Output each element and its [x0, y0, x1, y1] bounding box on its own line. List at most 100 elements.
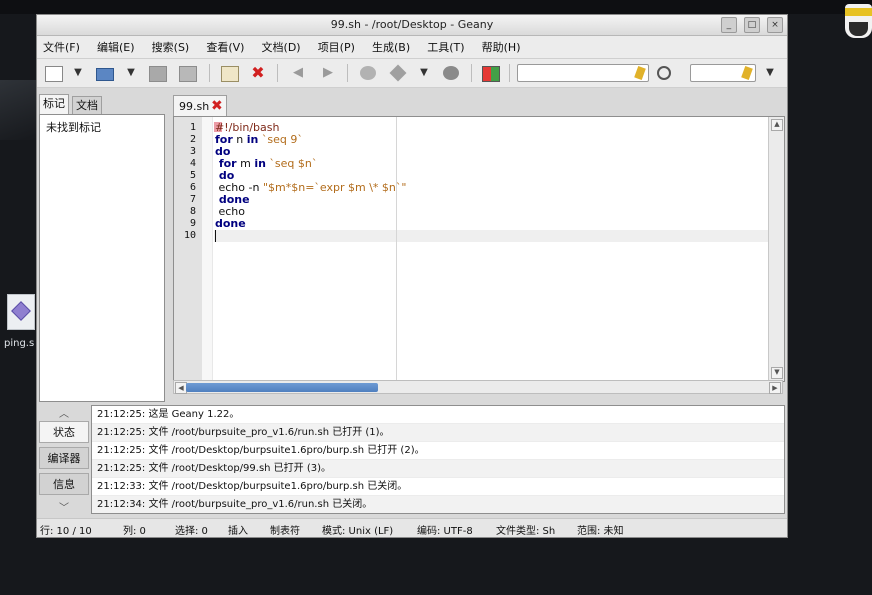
goto-line-field[interactable] — [690, 64, 756, 86]
line-number: 6 — [189, 182, 196, 193]
tab-messages[interactable]: 信息 — [39, 473, 89, 495]
forward-button[interactable]: ▶ — [317, 63, 339, 83]
status-insert-mode: 插入 — [228, 526, 248, 537]
scroll-right-icon[interactable]: ▶ — [769, 382, 781, 394]
revert-icon — [221, 66, 239, 82]
status-filetype: 文件类型: Sh — [496, 526, 556, 537]
code-token: n — [232, 133, 247, 146]
code-line: done — [215, 218, 246, 230]
code-token: in — [246, 133, 259, 146]
back-button[interactable]: ◀ — [287, 63, 309, 83]
chevron-down-icon: ▼ — [127, 67, 135, 78]
revert-button[interactable] — [219, 63, 241, 83]
code-editor[interactable]: 1 2 3 4 5 6 7 8 9 10 #!/bin/bash for n i… — [173, 116, 785, 382]
new-file-button[interactable] — [43, 63, 65, 83]
menu-tools[interactable]: 工具(T) — [427, 37, 464, 59]
editor-area: 99.sh ✖ 1 2 3 4 5 6 7 8 9 10 #!/bin/bash — [173, 94, 785, 402]
chevron-down-icon: ▼ — [74, 67, 82, 78]
menu-file[interactable]: 文件(F) — [43, 37, 80, 59]
new-file-dropdown[interactable]: ▼ — [73, 63, 83, 83]
close-file-button[interactable]: ✖ — [247, 63, 269, 83]
search-field[interactable] — [517, 64, 649, 86]
line-number: 7 — [189, 194, 196, 205]
menu-build[interactable]: 生成(B) — [372, 37, 410, 59]
scroll-up-icon[interactable]: ▲ — [771, 119, 783, 131]
execute-icon — [443, 66, 459, 80]
symbols-panel: 未找到标记 — [39, 114, 165, 402]
tab-compiler[interactable]: 编译器 — [39, 447, 89, 469]
status-messages-panel[interactable]: 21:12:25: 这是 Geany 1.22。 21:12:25: 文件 /r… — [91, 405, 785, 514]
tab-scroll-up-icon[interactable]: ︿ — [39, 405, 89, 420]
search-input[interactable] — [518, 69, 648, 86]
color-chooser-icon — [482, 66, 500, 82]
tab-scroll-down-icon[interactable]: ﹀ — [39, 499, 89, 514]
execute-button[interactable] — [440, 63, 462, 83]
tab-symbols[interactable]: 标记 — [39, 94, 69, 114]
menu-help[interactable]: 帮助(H) — [482, 37, 521, 59]
status-encoding: 编码: UTF-8 — [417, 526, 473, 537]
color-chooser-button[interactable] — [480, 63, 502, 83]
menu-search[interactable]: 搜索(S) — [152, 37, 190, 59]
search-icon — [657, 66, 671, 80]
open-folder-icon — [96, 68, 114, 81]
desktop-file-label[interactable]: ping.s — [4, 338, 34, 349]
long-line-marker — [396, 117, 397, 381]
status-indent: 制表符 — [270, 526, 300, 537]
menu-edit[interactable]: 编辑(E) — [97, 37, 135, 59]
search-button[interactable] — [653, 63, 675, 83]
list-item: 21:12:25: 文件 /root/burpsuite_pro_v1.6/ru… — [92, 424, 784, 442]
line-number: 10 — [183, 230, 196, 241]
status-line: 行: 10 / 10 — [40, 526, 92, 537]
status-selection: 选择: 0 — [175, 526, 208, 537]
open-file-dropdown[interactable]: ▼ — [126, 63, 136, 83]
line-number: 8 — [189, 206, 196, 217]
horizontal-scroll-thumb[interactable] — [186, 383, 378, 392]
status-bar: 行: 10 / 10 列: 0 选择: 0 插入 制表符 模式: Unix (L… — [37, 518, 787, 537]
sidebar: 标记 文档 未找到标记 — [39, 94, 166, 402]
save-button[interactable] — [147, 63, 169, 83]
code-token: in — [254, 157, 266, 170]
build-button[interactable] — [387, 63, 409, 83]
geany-window: 99.sh - /root/Desktop - Geany _ □ × 文件(F… — [36, 14, 788, 538]
minimize-icon[interactable]: _ — [720, 17, 737, 33]
line-number: 5 — [189, 170, 196, 181]
message-tabs: ︿ 状态 编译器 信息 ﹀ — [39, 405, 89, 515]
menu-document[interactable]: 文档(D) — [262, 37, 301, 59]
maximize-icon[interactable]: □ — [743, 17, 760, 33]
window-controls: _ □ × — [719, 17, 783, 36]
menu-project[interactable]: 项目(P) — [318, 37, 355, 59]
current-line-highlight — [214, 230, 768, 242]
scroll-down-icon[interactable]: ▼ — [771, 367, 783, 379]
close-window-icon[interactable]: × — [767, 17, 783, 33]
line-number-gutter: 1 2 3 4 5 6 7 8 9 10 — [174, 117, 202, 381]
open-file-button[interactable] — [94, 63, 116, 83]
desktop-file-icon[interactable] — [3, 294, 37, 332]
mascot-band — [845, 8, 872, 16]
tab-documents[interactable]: 文档 — [72, 96, 102, 114]
close-file-icon: ✖ — [251, 63, 265, 82]
forward-arrow-icon: ▶ — [323, 65, 333, 80]
list-item: 21:12:33: 文件 /root/Desktop/burpsuite1.6p… — [92, 478, 784, 496]
build-dropdown[interactable]: ▼ — [419, 63, 429, 83]
vertical-scrollbar[interactable]: ▲ ▼ — [768, 117, 784, 381]
compile-button[interactable] — [357, 63, 379, 83]
title-bar[interactable]: 99.sh - /root/Desktop - Geany _ □ × — [37, 15, 787, 36]
code-token: `seq 9` — [258, 133, 303, 146]
window-title: 99.sh - /root/Desktop - Geany — [330, 18, 494, 31]
close-tab-icon[interactable]: ✖ — [211, 98, 223, 114]
horizontal-scrollbar[interactable]: ◀ ▶ — [173, 380, 783, 394]
no-symbols-text: 未找到标记 — [46, 121, 101, 134]
tab-status[interactable]: 状态 — [39, 421, 89, 443]
tab-99-sh[interactable]: 99.sh ✖ — [173, 95, 227, 117]
save-all-button[interactable] — [177, 63, 199, 83]
line-number: 2 — [189, 134, 196, 145]
list-item: 21:12:25: 文件 /root/Desktop/99.sh 已打开 (3)… — [92, 460, 784, 478]
toolbar-separator — [347, 64, 348, 82]
code-token: `seq $n` — [265, 157, 318, 170]
back-arrow-icon: ◀ — [293, 65, 303, 80]
code-token: "$m*$n=`expr $m \* $n`" — [262, 181, 407, 194]
compile-icon — [360, 66, 376, 80]
list-item: 21:12:25: 文件 /root/Desktop/burpsuite1.6p… — [92, 442, 784, 460]
toolbar-overflow-dropdown[interactable]: ▼ — [765, 63, 775, 83]
menu-view[interactable]: 查看(V) — [206, 37, 244, 59]
